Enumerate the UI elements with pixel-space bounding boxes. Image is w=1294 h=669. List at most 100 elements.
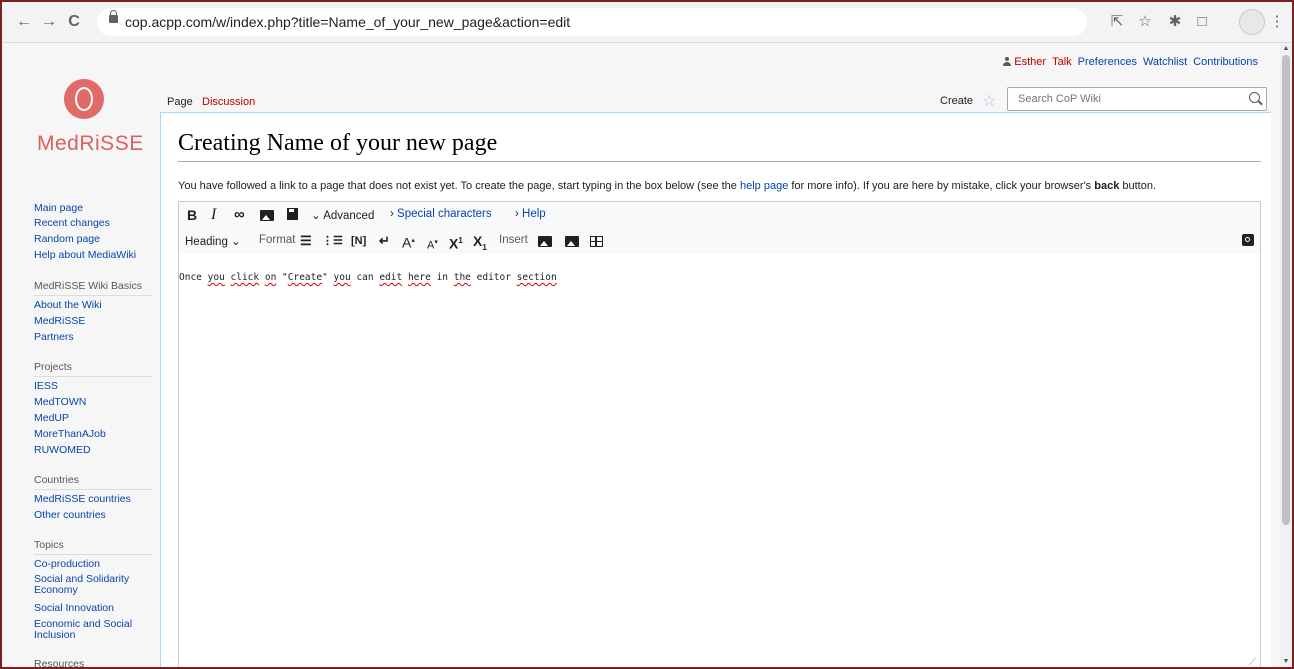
talk-link[interactable]: Talk [1052,56,1072,68]
sidebar-item-random-page[interactable]: Random page [34,234,150,245]
user-link[interactable]: Esther [1014,56,1046,68]
search-box[interactable] [1007,87,1267,111]
tab-discussion[interactable]: Discussion [202,96,255,108]
editor-text: in [430,272,454,283]
personal-tools: Esther Talk Preferences Watchlist Contributi… [997,56,1258,68]
sidebar-divider [34,295,152,296]
bulleted-list-icon[interactable]: ☰ [300,233,312,249]
newline-icon[interactable]: ↵ [379,233,390,249]
subscript-button[interactable]: X1 [473,233,487,256]
sidebar-item-partners[interactable]: Partners [34,332,150,343]
link-icon[interactable]: ∞ [234,207,245,223]
watch-star-icon[interactable]: ☆ [982,91,996,111]
search-replace-icon[interactable] [1242,234,1254,246]
scroll-down-icon[interactable]: ▼ [1282,658,1290,665]
tab-create[interactable]: Create [940,95,973,107]
scroll-thumb[interactable] [1282,55,1290,525]
heading-label: Heading [185,236,228,248]
title-divider [178,161,1261,162]
sidebar-item-social-innovation[interactable]: Social Innovation [34,603,150,614]
small-text-button[interactable]: A▾ [427,235,438,254]
scroll-up-icon[interactable]: ▲ [1282,45,1290,52]
help-button[interactable]: › Help [515,208,546,220]
sidebar-item-coproduction[interactable]: Co-production [34,559,150,570]
editor-text: " [276,272,288,283]
page-scrollbar[interactable]: ▲ ▼ [1280,43,1292,667]
sidebar-heading-topics: Topics [34,539,64,551]
brand-name[interactable]: MedRiSSE [37,132,144,156]
superscript-label: X [449,235,459,252]
reload-icon[interactable]: C [64,12,84,32]
editor-text: on [264,272,277,283]
help-page-link[interactable]: help page [740,180,788,192]
sidebar-item-help[interactable]: Help about MediaWiki [34,250,150,261]
intro-text-part: for more info). If you are here by mista… [788,180,1095,192]
sidebar-divider [34,554,152,555]
tab-page[interactable]: Page [167,96,193,108]
editor-text: section [516,272,557,283]
address-bar[interactable]: cop.acpp.com/w/index.php?title=Name_of_y… [97,8,1087,36]
search-input[interactable] [1016,92,1240,106]
sidebar-item-recent-changes[interactable]: Recent changes [34,218,150,229]
resize-handle-icon[interactable]: ⟋ [1249,657,1256,667]
side-panel-icon[interactable]: □ [1192,12,1212,32]
editor-text: Once [179,272,208,283]
sidebar-item-medup[interactable]: MedUP [34,413,150,424]
bold-button[interactable]: B [187,207,197,223]
bookmark-star-icon[interactable]: ☆ [1135,12,1155,32]
nowiki-icon[interactable]: [N] [351,233,366,249]
chevron-down-icon: ⌄ [227,236,241,248]
italic-button[interactable]: I [211,207,216,223]
sidebar-item-inclusion[interactable]: Economic and Social Inclusion [34,619,150,641]
forward-icon[interactable]: → [39,12,59,32]
numbered-list-icon[interactable]: ⋮☰ [322,233,343,249]
profile-avatar[interactable] [1239,9,1265,35]
editor-text: " [322,272,334,283]
medrisse-logo-icon[interactable] [64,79,104,119]
search-icon[interactable] [1249,92,1260,103]
gallery-icon[interactable] [538,235,552,251]
table-icon[interactable] [590,235,603,251]
save-icon[interactable] [287,208,298,224]
special-characters-button[interactable]: › Special characters [390,208,492,220]
menu-icon[interactable]: ⋮ [1267,12,1287,32]
page-title: Creating Name of your new page [178,130,498,156]
big-text-button[interactable]: A▴ [402,233,415,251]
sidebar-item-morethanajob[interactable]: MoreThanAJob [34,429,150,440]
preferences-link[interactable]: Preferences [1078,56,1137,68]
advanced-button[interactable]: ⌄ Advanced [311,208,374,222]
editor-content[interactable]: Once you click on "Create" you can edit … [179,272,557,283]
sidebar-item-main-page[interactable]: Main page [34,203,150,214]
sidebar-item-medtown[interactable]: MedTOWN [34,397,150,408]
advanced-label: Advanced [323,210,375,222]
editor-text: the [453,272,471,283]
superscript-button[interactable]: X1 [449,233,463,252]
share-icon[interactable]: ⇱ [1107,12,1127,32]
sidebar-item-other-countries[interactable]: Other countries [34,510,150,521]
editor-text: click [230,272,260,283]
chevron-down-icon: ⌄ [311,210,324,222]
back-icon[interactable]: ← [14,12,34,32]
wikitext-textarea[interactable]: Once you click on "Create" you can edit … [179,254,1260,667]
sidebar-item-medrisse[interactable]: MedRiSSE [34,316,150,327]
sidebar-item-iess[interactable]: IESS [34,381,150,392]
sidebar-item-sse[interactable]: Social and Solidarity Economy [34,574,150,596]
contributions-link[interactable]: Contributions [1193,56,1258,68]
subscript-label: X [473,233,483,249]
url-text[interactable]: cop.acpp.com/w/index.php?title=Name_of_y… [125,14,570,30]
sidebar-item-medrisse-countries[interactable]: MedRiSSE countries [34,494,150,505]
sidebar-item-ruwomed[interactable]: RUWOMED [34,445,150,456]
browser-toolbar: ← → C cop.acpp.com/w/index.php?title=Nam… [2,2,1292,43]
extensions-icon[interactable]: ✱ [1165,12,1185,32]
chevron-right-icon: › [390,208,398,220]
logo-figure [75,87,93,111]
watchlist-link[interactable]: Watchlist [1143,56,1187,68]
insert-label: Insert [499,234,528,246]
image-icon[interactable] [260,209,274,225]
help-label: Help [522,208,546,220]
sidebar-heading-countries: Countries [34,474,79,486]
redirect-icon[interactable] [565,235,579,251]
heading-dropdown[interactable]: Heading ⌄ [185,234,241,248]
sidebar-item-about[interactable]: About the Wiki [34,300,150,311]
lock-icon [109,10,118,23]
